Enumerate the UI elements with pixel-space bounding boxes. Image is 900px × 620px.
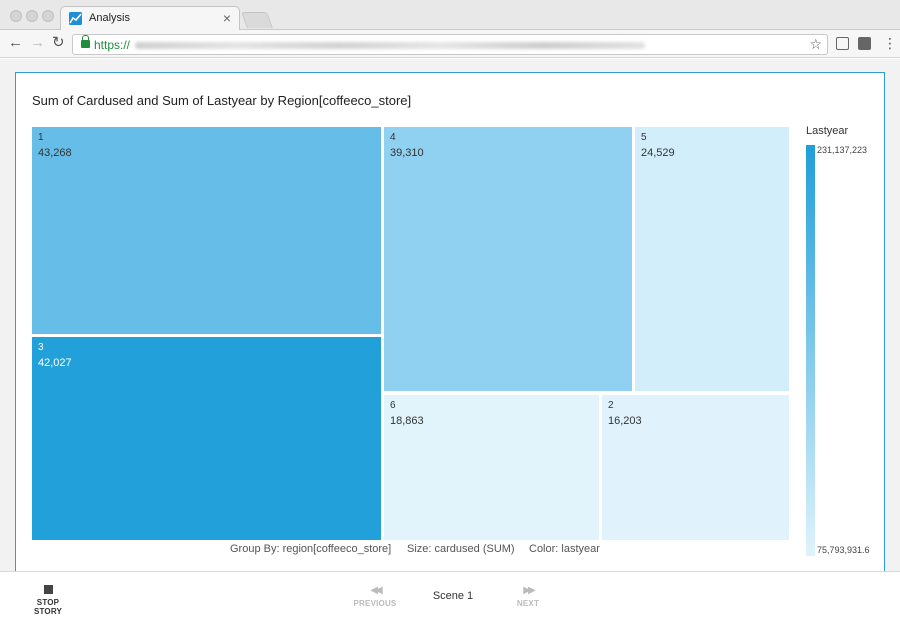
tile-region-label: 6 bbox=[390, 400, 396, 411]
legend-title: Lastyear bbox=[806, 125, 849, 137]
treemap-tile-region-6[interactable]: 6 18,863 bbox=[384, 395, 599, 540]
treemap-tile-region-5[interactable]: 5 24,529 bbox=[635, 127, 789, 391]
tile-region-label: 3 bbox=[38, 342, 44, 353]
forward-arrow-icon[interactable]: → bbox=[30, 35, 45, 51]
story-playback-bar: STOP STORY ◀◀ PREVIOUS Scene 1 ▶▶ NEXT bbox=[0, 571, 900, 620]
bookmark-star-icon[interactable]: ☆ bbox=[809, 36, 822, 53]
legend-min-label: 75,793,931.6 bbox=[817, 545, 870, 555]
tile-value-label: 43,268 bbox=[38, 147, 72, 159]
browser-toolbar: ← → ↻ https:// ☆ ⋮ bbox=[0, 30, 900, 58]
next-scene-button[interactable]: ▶▶ NEXT bbox=[511, 585, 545, 608]
new-tab-button[interactable] bbox=[241, 12, 273, 28]
tile-value-label: 24,529 bbox=[641, 147, 675, 159]
treemap-tile-region-3[interactable]: 3 42,027 bbox=[32, 337, 381, 540]
reload-icon[interactable]: ↻ bbox=[52, 35, 65, 51]
maximize-window-button[interactable] bbox=[42, 10, 54, 22]
treemap-tile-region-1[interactable]: 1 43,268 bbox=[32, 127, 381, 334]
size-label: Size: cardused (SUM) bbox=[407, 543, 515, 555]
address-bar[interactable]: https:// ☆ bbox=[72, 34, 828, 55]
tile-region-label: 1 bbox=[38, 132, 44, 143]
treemap-tile-region-4[interactable]: 4 39,310 bbox=[384, 127, 632, 391]
browser-title-bar: Analysis × bbox=[0, 0, 900, 30]
lock-icon bbox=[81, 35, 90, 48]
color-legend-gradient[interactable] bbox=[806, 145, 815, 556]
previous-label: PREVIOUS bbox=[353, 599, 397, 608]
tile-region-label: 4 bbox=[390, 132, 396, 143]
scene-label: Scene 1 bbox=[432, 590, 474, 602]
rewind-icon: ◀◀ bbox=[370, 585, 382, 596]
fast-forward-icon: ▶▶ bbox=[523, 585, 535, 596]
browser-menu-icon[interactable]: ⋮ bbox=[883, 35, 897, 51]
tab-close-icon[interactable]: × bbox=[223, 10, 231, 26]
next-label: NEXT bbox=[516, 599, 540, 608]
tile-value-label: 39,310 bbox=[390, 147, 424, 159]
tile-region-label: 2 bbox=[608, 400, 614, 411]
stop-icon bbox=[43, 585, 53, 594]
treemap-tile-region-2[interactable]: 2 16,203 bbox=[602, 395, 789, 540]
tile-value-label: 16,203 bbox=[608, 415, 642, 427]
url-scheme: https:// bbox=[94, 38, 131, 52]
quicksight-favicon-icon bbox=[69, 12, 82, 25]
browser-tab-analysis[interactable]: Analysis × bbox=[60, 6, 240, 30]
extension-icon[interactable] bbox=[836, 37, 849, 50]
visual-title: Sum of Cardused and Sum of Lastyear by R… bbox=[32, 93, 412, 108]
minimize-window-button[interactable] bbox=[26, 10, 38, 22]
tab-title: Analysis bbox=[89, 12, 130, 24]
stop-story-label: STOP STORY bbox=[33, 598, 63, 616]
url-redacted bbox=[135, 42, 645, 49]
stop-story-button[interactable]: STOP STORY bbox=[22, 585, 74, 616]
previous-scene-button[interactable]: ◀◀ PREVIOUS bbox=[352, 585, 398, 608]
close-window-button[interactable] bbox=[10, 10, 22, 22]
legend-max-label: 231,137,223 bbox=[817, 145, 868, 155]
tile-value-label: 42,027 bbox=[38, 357, 72, 369]
back-arrow-icon[interactable]: ← bbox=[8, 35, 23, 51]
group-by-label: Group By: region[coffeeco_store] bbox=[230, 543, 392, 555]
tile-value-label: 18,863 bbox=[390, 415, 424, 427]
tile-region-label: 5 bbox=[641, 132, 647, 143]
color-label: Color: lastyear bbox=[529, 543, 600, 555]
profile-extension-icon[interactable] bbox=[858, 37, 871, 50]
